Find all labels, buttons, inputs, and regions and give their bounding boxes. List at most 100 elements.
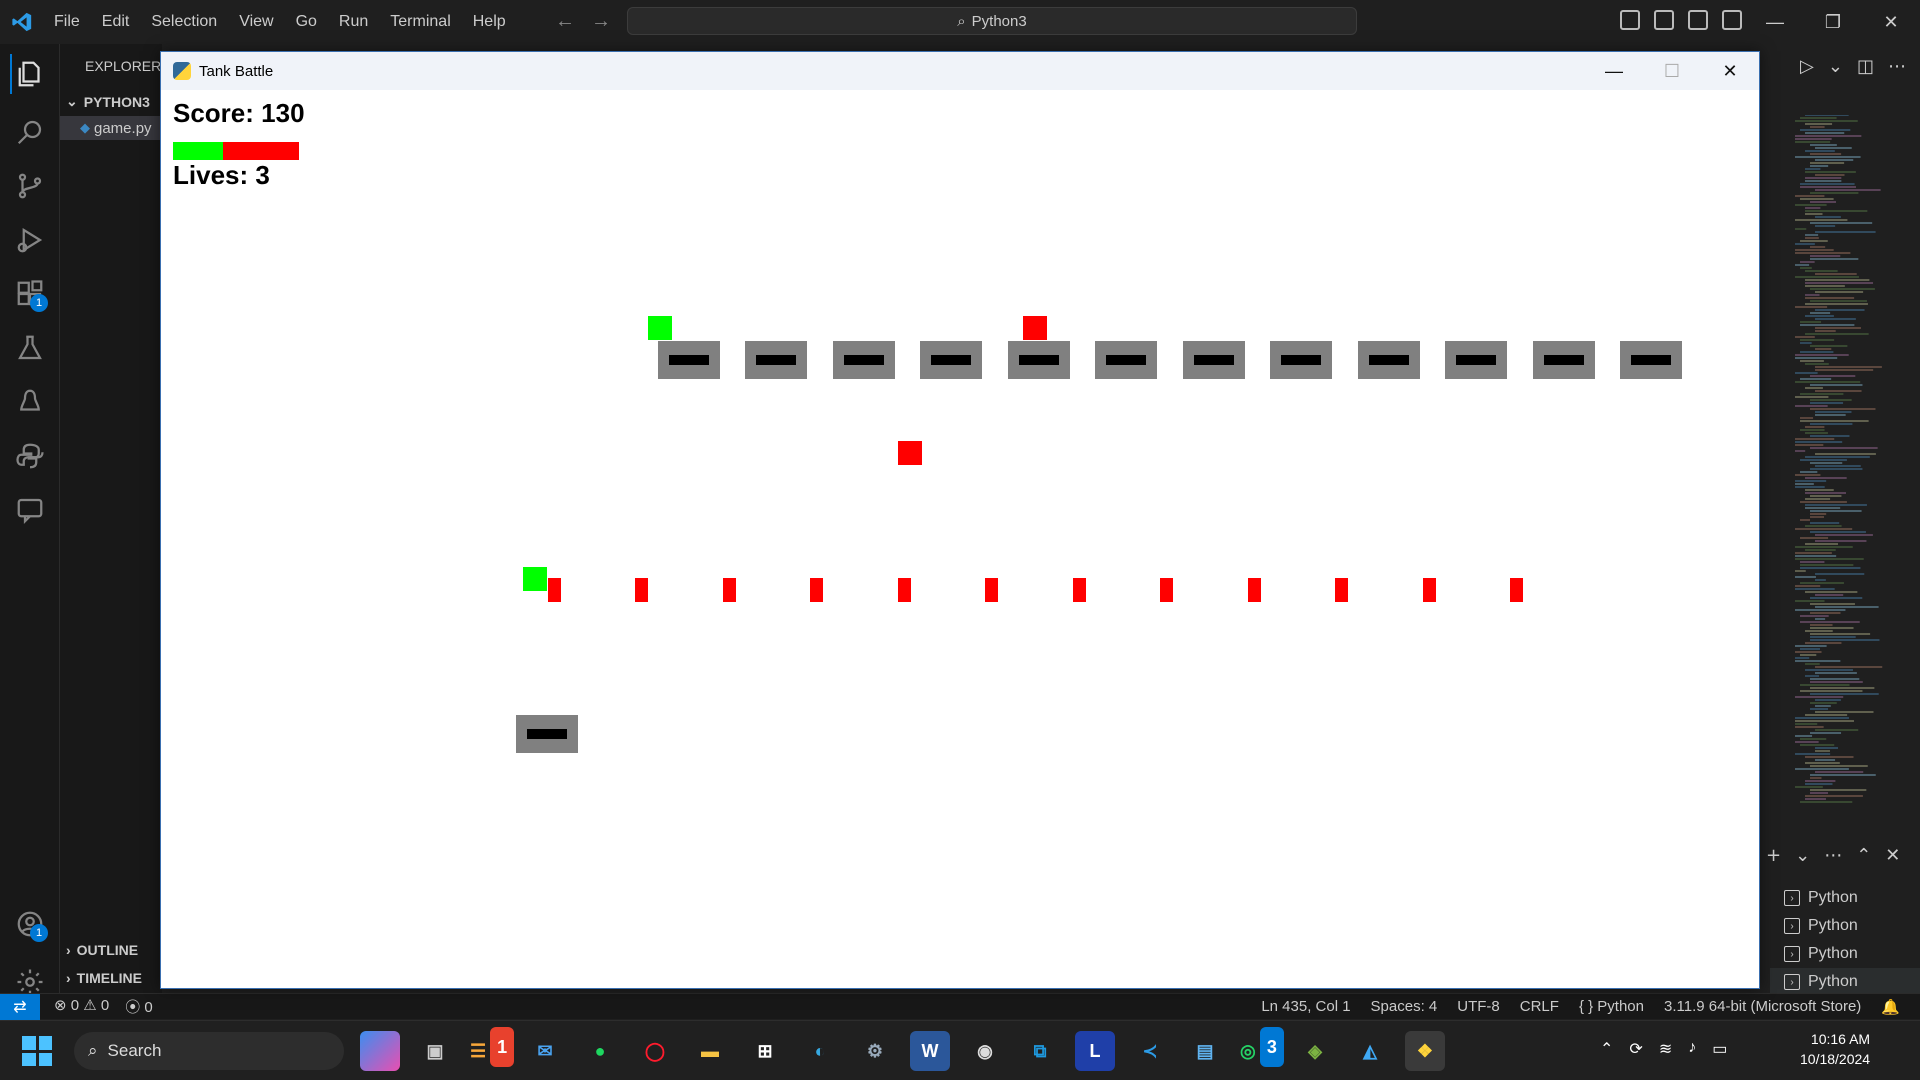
microsoft-store-icon[interactable]: ⊞ — [745, 1031, 785, 1071]
problems-indicator[interactable]: ⊗ 0 ⚠ 0 — [54, 996, 109, 1017]
command-center[interactable]: ⌕ Python3 — [627, 7, 1357, 35]
toggle-panel-icon[interactable] — [1654, 10, 1674, 30]
menu-file[interactable]: File — [54, 13, 80, 31]
error-icon: ⊗ — [54, 997, 67, 1014]
app-icon[interactable]: L — [1075, 1031, 1115, 1071]
start-windows-icon[interactable] — [22, 1036, 52, 1066]
minimize-icon[interactable]: — — [1746, 0, 1804, 44]
close-icon[interactable]: ✕ — [1701, 52, 1759, 90]
menu-run[interactable]: Run — [339, 13, 368, 31]
more-actions-icon[interactable]: ⋯ — [1824, 845, 1842, 866]
cursor-position[interactable]: Ln 435, Col 1 — [1261, 998, 1350, 1016]
more-actions-icon[interactable]: ⋯ — [1888, 56, 1906, 77]
chevron-down-icon[interactable]: ⌄ — [1795, 845, 1810, 866]
customize-layout-icon[interactable] — [1722, 10, 1742, 30]
notifications-bell-icon[interactable]: 🔔 — [1881, 998, 1900, 1016]
maximize-panel-icon[interactable]: ⌃ — [1856, 845, 1871, 866]
chevron-up-icon[interactable]: ⌃ — [1600, 1039, 1613, 1059]
volume-icon[interactable]: ♪ — [1688, 1039, 1696, 1059]
file-game-py[interactable]: ◆ game.py — [60, 116, 162, 140]
mail-icon[interactable]: ✉ — [525, 1031, 565, 1071]
enemy-bullet — [1510, 578, 1523, 602]
source-control-icon[interactable] — [10, 166, 50, 206]
testing-icon[interactable] — [10, 328, 50, 368]
python-icon[interactable] — [10, 436, 50, 476]
navigation-arrows: ← → — [555, 10, 611, 33]
spotify-icon[interactable]: ● — [580, 1031, 620, 1071]
maximize-icon[interactable]: ☐ — [1643, 52, 1701, 90]
photos-icon[interactable]: ◭ — [1350, 1031, 1390, 1071]
language-mode[interactable]: { } Python — [1579, 998, 1644, 1016]
python-icon[interactable]: ❖ — [1405, 1031, 1445, 1071]
accounts-badge: 1 — [30, 924, 48, 942]
vscode-icon[interactable]: ≺ — [1130, 1031, 1170, 1071]
extensions-icon[interactable]: 1 — [10, 274, 50, 314]
remote-indicator-icon[interactable]: ⇄ — [0, 993, 40, 1020]
edge-icon[interactable]: ◐ — [800, 1031, 840, 1071]
battery-icon[interactable]: ▭ — [1712, 1039, 1727, 1059]
terminal-item[interactable]: › Python — [1770, 912, 1920, 940]
taskbar-clock[interactable]: 10:16 AM 10/18/2024 — [1800, 1029, 1870, 1069]
taskbar-search[interactable]: ⌕ Search — [74, 1032, 344, 1070]
timeline-section[interactable]: › TIMELINE — [66, 970, 142, 986]
menu-edit[interactable]: Edit — [102, 13, 130, 31]
indentation[interactable]: Spaces: 4 — [1371, 998, 1438, 1016]
restore-icon[interactable]: ❐ — [1804, 0, 1862, 44]
menu-terminal[interactable]: Terminal — [390, 13, 450, 31]
menu-help[interactable]: Help — [473, 13, 506, 31]
extensions-badge: 1 — [30, 294, 48, 312]
app-icon[interactable]: ◈ — [1295, 1031, 1335, 1071]
whatsapp-icon[interactable]: ◎ 3 — [1240, 1027, 1284, 1071]
minimap[interactable] — [1795, 115, 1905, 815]
search-icon[interactable] — [10, 112, 50, 152]
line-ending[interactable]: CRLF — [1520, 998, 1559, 1016]
sync-icon[interactable]: ⟳ — [1629, 1039, 1642, 1059]
back-arrow-icon[interactable]: ← — [555, 10, 575, 33]
chat-icon[interactable] — [10, 490, 50, 530]
opera-icon[interactable]: ◯ — [635, 1031, 675, 1071]
split-editor-icon[interactable]: ◫ — [1857, 56, 1874, 77]
new-terminal-icon[interactable]: + — [1766, 845, 1781, 866]
task-view-icon[interactable]: ▣ — [415, 1031, 455, 1071]
app-icon[interactable]: ☰ 1 — [470, 1027, 514, 1071]
menu-view[interactable]: View — [239, 13, 273, 31]
game-canvas[interactable]: Score: 130 Lives: 3 — [161, 90, 1759, 988]
python-interpreter[interactable]: 3.11.9 64-bit (Microsoft Store) — [1664, 998, 1861, 1016]
layout-controls — [1620, 10, 1742, 30]
copilot-icon[interactable] — [360, 1031, 400, 1071]
menu-selection[interactable]: Selection — [151, 13, 217, 31]
settings-gear-icon[interactable]: ⚙ — [855, 1031, 895, 1071]
outline-section[interactable]: › OUTLINE — [66, 942, 138, 958]
run-debug-icon[interactable] — [10, 220, 50, 260]
error-count: 0 — [70, 997, 80, 1014]
remote-explorer-icon[interactable] — [10, 382, 50, 422]
close-panel-icon[interactable]: ✕ — [1885, 845, 1900, 866]
toggle-sidebar-icon[interactable] — [1620, 10, 1640, 30]
accounts-icon[interactable]: 1 — [10, 904, 50, 944]
wifi-icon[interactable]: ≋ — [1659, 1039, 1672, 1059]
obs-icon[interactable]: ◉ — [965, 1031, 1005, 1071]
chevron-down-icon[interactable]: ⌄ — [1828, 56, 1843, 77]
encoding[interactable]: UTF-8 — [1457, 998, 1500, 1016]
terminal-label: Python — [1808, 973, 1858, 990]
minimize-icon[interactable]: — — [1585, 52, 1643, 90]
terminal-item[interactable]: › Python — [1770, 884, 1920, 912]
toggle-secondary-sidebar-icon[interactable] — [1688, 10, 1708, 30]
menu-go[interactable]: Go — [296, 13, 317, 31]
terminal-label: Python — [1808, 889, 1858, 906]
ports-indicator[interactable]: ⦿ 0 — [125, 996, 153, 1017]
explorer-icon[interactable] — [10, 54, 50, 94]
forward-arrow-icon[interactable]: → — [591, 10, 611, 33]
app-icon[interactable]: ⧉ — [1020, 1031, 1060, 1071]
terminal-item[interactable]: › Python — [1770, 968, 1920, 996]
folder-python3[interactable]: ⌄ PYTHON3 — [66, 93, 150, 110]
file-explorer-icon[interactable]: ▬ — [690, 1031, 730, 1071]
run-icon[interactable]: ▷ — [1800, 56, 1814, 77]
activity-bar: 1 1 — [0, 44, 60, 1004]
enemy-tank — [1445, 341, 1507, 379]
word-icon[interactable]: W — [910, 1031, 950, 1071]
notepad-icon[interactable]: ▤ — [1185, 1031, 1225, 1071]
terminal-item[interactable]: › Python — [1770, 940, 1920, 968]
timeline-label: TIMELINE — [76, 970, 143, 986]
close-icon[interactable]: ✕ — [1862, 0, 1920, 44]
